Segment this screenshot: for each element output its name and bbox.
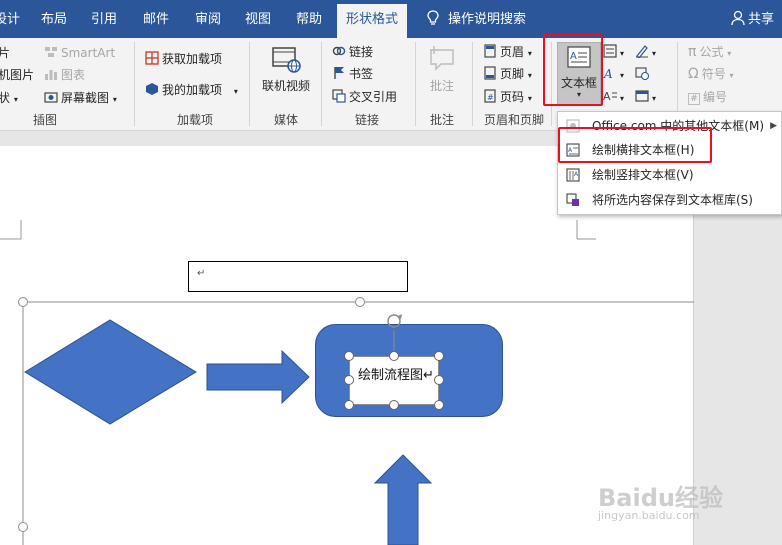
tab-review[interactable]: 审阅 bbox=[190, 0, 226, 38]
group-label-addins: 加载项 bbox=[176, 113, 213, 127]
quick-parts-button[interactable]: ▾ bbox=[603, 42, 624, 62]
calendar-clock-icon bbox=[635, 67, 649, 80]
addin-cube-icon bbox=[146, 83, 158, 95]
ribbon-tab-bar: 设计 布局 引用 邮件 审阅 视图 帮助 形状格式 操作说明搜索 共享 bbox=[0, 0, 782, 38]
menu-item-draw-vertical-textbox[interactable]: A 绘制竖排文本框(V) bbox=[558, 163, 781, 187]
drop-cap-icon: A bbox=[603, 90, 617, 103]
group-label-header-footer: 页眉和页脚 bbox=[483, 113, 544, 127]
empty-paragraph-mark: ↵ bbox=[197, 268, 206, 279]
svg-text:#: # bbox=[487, 93, 494, 102]
object-icon bbox=[635, 90, 649, 102]
shapes-button[interactable]: 状 ▾ bbox=[0, 88, 18, 108]
tab-design[interactable]: 设计 bbox=[0, 0, 20, 38]
online-pictures-button[interactable]: 机图片 bbox=[0, 65, 34, 85]
page-number-button[interactable]: # 页码 ▾ bbox=[483, 87, 532, 107]
tell-me-label: 操作说明搜索 bbox=[448, 12, 527, 27]
online-video-label: 联机视频 bbox=[261, 79, 310, 93]
header-icon bbox=[484, 44, 496, 58]
ribbon-separator bbox=[415, 42, 416, 126]
group-label-links: 链接 bbox=[354, 113, 379, 127]
menu-item-save-to-gallery[interactable]: 将所选内容保存到文本框库(S) bbox=[558, 188, 781, 212]
tab-layout[interactable]: 布局 bbox=[36, 0, 72, 38]
object-button[interactable]: ▾ bbox=[635, 87, 656, 107]
new-comment-label: 批注 bbox=[429, 79, 454, 93]
ribbon-separator bbox=[321, 42, 322, 126]
flowchart-textbox-text[interactable]: 绘制流程图↵ bbox=[358, 364, 434, 383]
wordart-button[interactable]: A ▾ bbox=[603, 64, 624, 84]
smartart-button[interactable]: SmartArt bbox=[44, 43, 115, 63]
bookmark-button[interactable]: 书签 bbox=[332, 64, 373, 84]
lightbulb-icon bbox=[427, 10, 439, 25]
ribbon-separator bbox=[249, 42, 250, 126]
page-number-icon: # bbox=[484, 89, 496, 103]
share-label: 共享 bbox=[747, 12, 774, 27]
ribbon-separator bbox=[551, 42, 552, 126]
screenshot-button[interactable]: 屏幕截图 ▾ bbox=[44, 88, 117, 108]
date-time-button[interactable] bbox=[635, 64, 652, 84]
group-label-illustrations: 插图 bbox=[32, 113, 57, 127]
office-icon bbox=[566, 119, 580, 133]
link-button[interactable]: 链接 bbox=[332, 42, 373, 62]
baidu-watermark: Baidu经验 bbox=[598, 484, 723, 512]
online-video-icon bbox=[272, 47, 301, 73]
footer-button[interactable]: 页脚 ▾ bbox=[483, 64, 532, 84]
tab-mailings[interactable]: 邮件 bbox=[138, 0, 174, 38]
smartart-icon bbox=[45, 47, 57, 57]
svg-text:A: A bbox=[603, 67, 613, 80]
online-video-button[interactable]: 联机视频 bbox=[259, 44, 313, 94]
chart-icon bbox=[45, 70, 57, 80]
new-comment-button[interactable]: 批注 bbox=[421, 44, 463, 94]
group-label-media: 媒体 bbox=[273, 113, 298, 127]
menu-item-more-textboxes[interactable]: Office.com 中的其他文本框(M) ▶ bbox=[558, 114, 781, 138]
get-addins-button[interactable]: 获取加载项 bbox=[145, 49, 222, 69]
my-addins-button[interactable]: 我的加载项 ▾ bbox=[145, 80, 238, 100]
chevron-down-icon: ▾ bbox=[576, 90, 581, 99]
ribbon-separator bbox=[134, 42, 135, 126]
textbox-dropdown-menu: Office.com 中的其他文本框(M) ▶ A 绘制横排文本框(H) A 绘… bbox=[557, 111, 782, 215]
bookmark-icon bbox=[334, 67, 344, 79]
omega-icon: Ω bbox=[688, 66, 699, 82]
equation-button[interactable]: π 公式 ▾ bbox=[688, 42, 731, 62]
footer-icon bbox=[484, 66, 496, 80]
header-button[interactable]: 页眉 ▾ bbox=[483, 42, 532, 62]
tab-help[interactable]: 帮助 bbox=[291, 0, 327, 38]
screenshot-icon bbox=[44, 92, 58, 103]
cross-reference-button[interactable]: 交叉引用 bbox=[332, 87, 397, 107]
share-button[interactable]: 共享 bbox=[731, 0, 774, 38]
ribbon-separator bbox=[472, 42, 473, 126]
tab-view[interactable]: 视图 bbox=[240, 0, 276, 38]
number-button[interactable]: # 编号 bbox=[688, 87, 727, 107]
cross-reference-icon bbox=[332, 89, 346, 103]
store-icon bbox=[145, 51, 159, 65]
signature-pen-icon bbox=[636, 45, 648, 58]
wordart-icon: A bbox=[603, 67, 613, 80]
tab-shape-format[interactable]: 形状格式 bbox=[337, 4, 407, 38]
svg-text:A: A bbox=[603, 90, 611, 103]
symbol-button[interactable]: Ω 符号 ▾ bbox=[688, 64, 734, 84]
textbox-button[interactable]: A 文本框 ▾ bbox=[557, 42, 601, 106]
horizontal-textbox-icon: A bbox=[566, 143, 580, 157]
quick-parts-icon bbox=[603, 44, 617, 58]
comment-icon bbox=[430, 46, 454, 71]
group-label-comments: 批注 bbox=[429, 113, 454, 127]
textbox-icon: A bbox=[567, 46, 591, 68]
link-icon bbox=[332, 46, 346, 56]
pictures-button[interactable]: 片 bbox=[0, 43, 10, 63]
menu-item-draw-horizontal-textbox[interactable]: A 绘制横排文本框(H) bbox=[558, 138, 781, 162]
number-icon: # bbox=[688, 93, 700, 105]
drop-cap-button[interactable]: A ▾ bbox=[603, 87, 624, 107]
signature-line-button[interactable]: ▾ bbox=[635, 42, 656, 62]
textbox-label: 文本框 bbox=[560, 76, 597, 90]
submenu-arrow-icon: ▶ bbox=[770, 121, 777, 131]
pi-icon: π bbox=[688, 44, 697, 60]
vertical-textbox-icon: A bbox=[566, 168, 580, 182]
tab-references[interactable]: 引用 bbox=[86, 0, 122, 38]
chart-button[interactable]: 图表 bbox=[44, 65, 85, 85]
svg-text:A: A bbox=[570, 51, 577, 62]
person-icon bbox=[731, 10, 745, 26]
save-to-gallery-icon bbox=[566, 193, 579, 206]
tell-me-search[interactable]: 操作说明搜索 bbox=[426, 0, 526, 38]
baidu-watermark-url: jingyan.baidu.com bbox=[598, 509, 700, 522]
